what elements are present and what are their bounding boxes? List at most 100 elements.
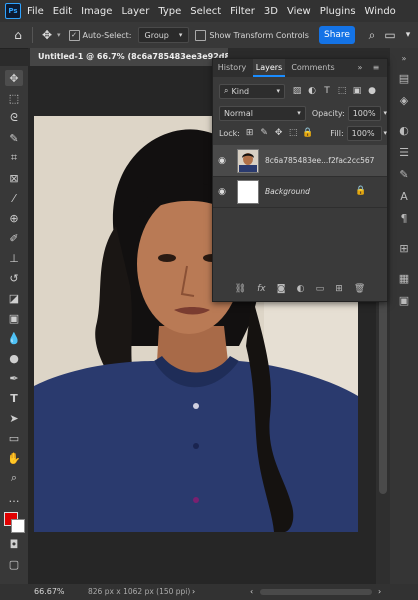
layers-icon[interactable]: ◈ <box>395 92 413 108</box>
menu-image[interactable]: Image <box>81 6 112 17</box>
auto-select-dropdown[interactable]: Group ▾ <box>137 27 190 43</box>
type-filter-icon[interactable]: T <box>321 85 333 97</box>
path-select-tool-icon[interactable]: ➤ <box>5 410 23 426</box>
quick-select-tool-icon[interactable]: ✎ <box>5 130 23 146</box>
type-tool-icon[interactable]: T <box>5 390 23 406</box>
new-layer-icon[interactable]: ⊞ <box>335 284 343 294</box>
new-adjustment-icon[interactable]: ◐ <box>297 284 305 294</box>
share-button[interactable]: Share <box>319 26 355 44</box>
pen-tool-icon[interactable]: ✒ <box>5 370 23 386</box>
panel-menu-icon[interactable]: ≡ <box>369 59 383 77</box>
fx-icon[interactable]: fx <box>257 284 266 294</box>
rectangle-tool-icon[interactable]: ▭ <box>5 430 23 446</box>
opacity-input[interactable]: 100% <box>347 105 382 121</box>
gradient-tool-icon[interactable]: ▣ <box>5 310 23 326</box>
menu-select[interactable]: Select <box>190 6 221 17</box>
lock-image-icon[interactable]: ✎ <box>258 127 269 139</box>
tab-history[interactable]: History <box>213 59 251 77</box>
brush-settings-icon[interactable]: ✎ <box>395 166 413 182</box>
paths-icon[interactable]: ▦ <box>395 270 413 286</box>
new-group-icon[interactable]: ▭ <box>316 284 325 294</box>
lock-transparent-icon[interactable]: ⊞ <box>244 127 255 139</box>
history-brush-tool-icon[interactable]: ↺ <box>5 270 23 286</box>
photoshop-logo[interactable]: Ps <box>5 3 21 19</box>
search-icon[interactable]: ⌕ <box>362 25 382 45</box>
tools-panel: ✥ ⬚ ᘓ ✎ ⌗ ⊠ ⁄ ⊕ ✐ ⊥ ↺ ◪ ▣ 💧 ● ✒ T ➤ ▭ ✋ … <box>0 66 28 586</box>
paragraph-icon[interactable]: ¶ <box>395 210 413 226</box>
marquee-tool-icon[interactable]: ⬚ <box>5 90 23 106</box>
lock-position-icon[interactable]: ✥ <box>273 127 284 139</box>
link-layers-icon[interactable]: ⛓ <box>235 284 246 294</box>
chevron-down-icon[interactable]: ▾ <box>384 129 388 137</box>
healing-brush-tool-icon[interactable]: ⊕ <box>5 210 23 226</box>
crop-tool-icon[interactable]: ⌗ <box>5 150 23 166</box>
panel-collapse-icon[interactable]: » <box>353 59 367 77</box>
brush-tool-icon[interactable]: ✐ <box>5 230 23 246</box>
trash-icon[interactable]: 🗑 <box>354 284 365 294</box>
chevron-down-icon[interactable]: ▾ <box>57 31 61 39</box>
menu-view[interactable]: View <box>287 6 311 17</box>
menu-type[interactable]: Type <box>158 6 181 17</box>
layer-name: Background <box>265 187 310 196</box>
add-mask-icon[interactable]: ◙ <box>277 284 286 294</box>
menu-layer[interactable]: Layer <box>121 6 149 17</box>
pixel-filter-icon[interactable]: ▨ <box>291 85 303 97</box>
chevron-down-icon[interactable]: ▾ <box>398 25 418 45</box>
properties-icon[interactable]: ☰ <box>395 144 413 160</box>
zoom-level[interactable]: 66.67% <box>34 587 65 596</box>
chevron-right-icon[interactable]: › <box>378 587 381 596</box>
chevron-left-icon[interactable]: ‹ <box>250 587 253 596</box>
adjustment-filter-icon[interactable]: ◐ <box>306 85 318 97</box>
menu-plugins[interactable]: Plugins <box>320 6 356 17</box>
menu-file[interactable]: File <box>27 6 44 17</box>
eraser-tool-icon[interactable]: ◪ <box>5 290 23 306</box>
hand-tool-icon[interactable]: ✋ <box>5 450 23 466</box>
smart-object-filter-icon[interactable]: ▣ <box>351 85 363 97</box>
visibility-eye-icon[interactable]: ◉ <box>213 145 231 176</box>
menu-edit[interactable]: Edit <box>53 6 72 17</box>
shape-filter-icon[interactable]: ⬚ <box>336 85 348 97</box>
blend-mode-dropdown[interactable]: Normal ▾ <box>219 105 306 121</box>
fill-input[interactable]: 100% <box>346 125 382 141</box>
character-icon[interactable]: A <box>395 188 413 204</box>
adjustments-icon[interactable]: ◐ <box>395 122 413 138</box>
lasso-tool-icon[interactable]: ᘓ <box>5 110 23 126</box>
filter-toggle-icon[interactable]: ● <box>366 85 378 97</box>
filter-kind-dropdown[interactable]: ⌕ Kind ▾ <box>219 83 285 99</box>
quick-mask-icon[interactable]: ◘ <box>5 536 23 552</box>
lock-all-icon[interactable]: 🔒 <box>302 127 313 139</box>
auto-select-checkbox[interactable]: ✓ <box>68 29 80 41</box>
eyedropper-tool-icon[interactable]: ⁄ <box>5 190 23 206</box>
move-tool-icon[interactable]: ✥ <box>37 25 57 45</box>
tab-layers[interactable]: Layers <box>253 59 285 77</box>
layer-row[interactable]: ◉ Background 🔒 <box>213 176 387 208</box>
chevron-right-icon[interactable]: › <box>192 587 195 596</box>
channels-icon[interactable]: ⊞ <box>395 240 413 256</box>
more-tools-icon[interactable]: … <box>5 490 23 506</box>
libraries-icon[interactable]: ▣ <box>395 292 413 308</box>
document-tab[interactable]: Untitled-1 @ 66.7% (8c6a785483ee3e92d816 <box>30 48 228 66</box>
frame-tool-icon[interactable]: ⊠ <box>5 170 23 186</box>
screen-mode-icon[interactable]: ▢ <box>5 556 23 572</box>
transform-controls-checkbox[interactable] <box>195 29 207 41</box>
layer-row[interactable]: ◉ 8c6a785483ee...f2fac2cc567 <box>213 145 387 177</box>
collapse-icon[interactable]: » <box>395 50 413 66</box>
chevron-down-icon[interactable]: ▾ <box>383 109 387 117</box>
horizontal-scrollbar[interactable] <box>260 589 372 595</box>
background-color-swatch[interactable] <box>11 519 25 533</box>
workspace-icon[interactable]: ▭ <box>380 25 400 45</box>
blur-tool-icon[interactable]: 💧 <box>5 330 23 346</box>
menu-window[interactable]: Windo <box>365 6 396 17</box>
lock-artboard-icon[interactable]: ⬚ <box>287 127 298 139</box>
history-icon[interactable]: ▤ <box>395 70 413 86</box>
tab-comments[interactable]: Comments <box>287 59 339 77</box>
menu-3d[interactable]: 3D <box>264 6 278 17</box>
lock-row: Lock: ⊞ ✎ ✥ ⬚ 🔒 Fill: 100% ▾ <box>213 123 387 143</box>
clone-stamp-tool-icon[interactable]: ⊥ <box>5 250 23 266</box>
zoom-tool-icon[interactable]: ⌕ <box>5 470 23 486</box>
menu-filter[interactable]: Filter <box>230 6 255 17</box>
visibility-eye-icon[interactable]: ◉ <box>213 176 231 207</box>
dodge-tool-icon[interactable]: ● <box>5 350 23 366</box>
move-tool-icon[interactable]: ✥ <box>5 70 23 86</box>
home-icon[interactable]: ⌂ <box>8 25 28 45</box>
